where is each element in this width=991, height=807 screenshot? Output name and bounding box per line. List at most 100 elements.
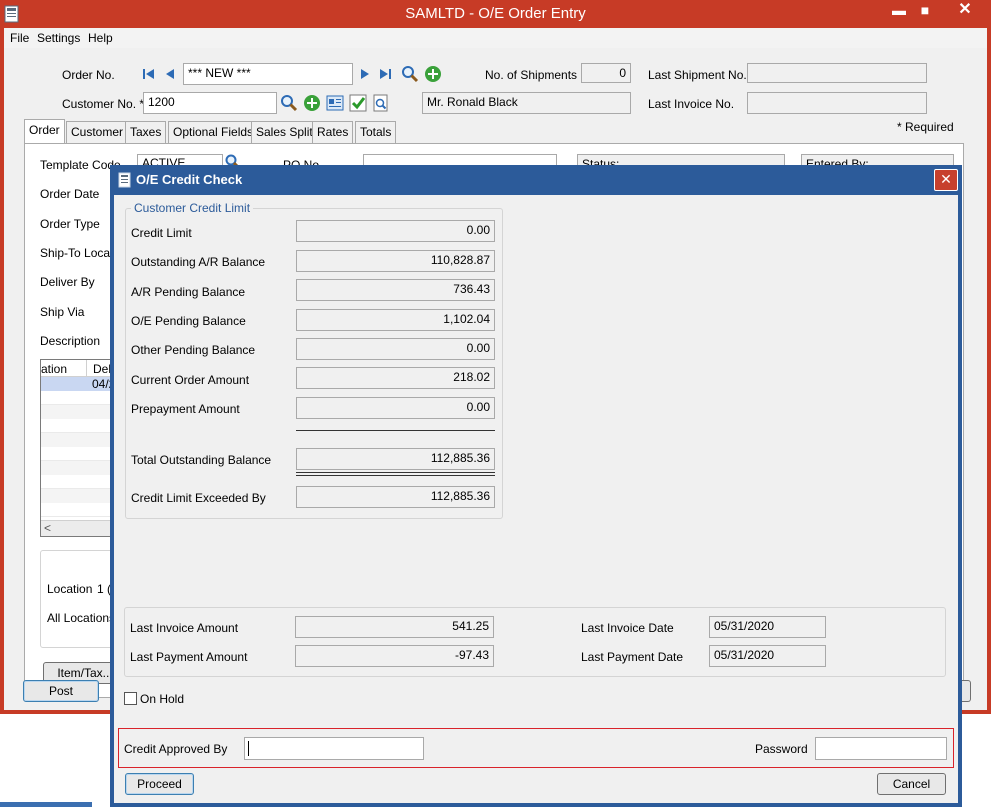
shipments-label: No. of Shipments (485, 68, 578, 82)
oe-pending-label: O/E Pending Balance (131, 314, 246, 328)
current-order-value: 218.02 (296, 367, 495, 389)
table-row[interactable]: 04/2 (41, 377, 119, 391)
other-pending-value: 0.00 (296, 338, 495, 360)
prepayment-label: Prepayment Amount (131, 402, 240, 416)
last-shipment-label: Last Shipment No. (648, 68, 747, 82)
total-outstanding-label: Total Outstanding Balance (131, 453, 272, 467)
dialog-close-button[interactable]: ✕ (934, 169, 958, 191)
order-no-input[interactable]: *** NEW *** (183, 63, 353, 85)
last-payment-date-value: 05/31/2020 (709, 645, 826, 667)
menu-help[interactable]: Help (88, 31, 113, 45)
credit-check-dialog: O/E Credit Check ✕ Customer Credit Limit… (110, 165, 962, 807)
other-pending-label: Other Pending Balance (131, 343, 256, 357)
last-invoice-amount-value: 541.25 (295, 616, 494, 638)
prepayment-value: 0.00 (296, 397, 495, 419)
zoom-icon[interactable] (372, 94, 390, 112)
tab-optional-fields[interactable]: Optional Fields (168, 121, 259, 143)
total-outstanding-value: 112,885.36 (296, 448, 495, 470)
order-date-label: Order Date (40, 187, 100, 201)
close-button[interactable]: ✕ (945, 0, 985, 20)
window-title: SAMLTD - O/E Order Entry (0, 0, 991, 28)
all-locations-label: All Locations (47, 611, 116, 625)
last-payment-date-label: Last Payment Date (581, 650, 684, 664)
maximize-button[interactable]: ■ (914, 0, 936, 20)
oe-pending-value: 1,102.04 (296, 309, 495, 331)
order-no-label: Order No. (62, 68, 115, 82)
table-row[interactable] (41, 419, 119, 433)
first-record-icon[interactable] (142, 67, 156, 81)
password-label: Password (755, 742, 808, 756)
location-group: Location 1 (E All Locations (40, 550, 120, 648)
on-hold-checkbox[interactable] (124, 692, 137, 705)
approved-by-label: Credit Approved By (124, 742, 228, 756)
ar-pending-label: A/R Pending Balance (131, 285, 246, 299)
description-label: Description (40, 334, 101, 348)
table-row[interactable] (41, 447, 119, 461)
check-icon[interactable] (349, 94, 367, 112)
detail-grid[interactable]: ation Del 04/2 < (40, 359, 120, 537)
on-hold-label: On Hold (140, 692, 185, 706)
limit-exceeded-label: Credit Limit Exceeded By (131, 491, 266, 505)
ship-via-label: Ship Via (40, 305, 85, 319)
outstanding-ar-label: Outstanding A/R Balance (131, 255, 266, 269)
tab-taxes[interactable]: Taxes (125, 121, 167, 143)
search-icon[interactable] (401, 65, 419, 83)
previous-record-icon[interactable] (164, 67, 176, 81)
add-customer-icon[interactable] (303, 94, 321, 112)
last-invoice-amount-label: Last Invoice Amount (130, 621, 239, 635)
table-row[interactable] (41, 391, 119, 405)
current-order-label: Current Order Amount (131, 373, 250, 387)
table-row[interactable] (41, 475, 119, 489)
total-double-rule (296, 472, 495, 476)
deliver-by-label: Deliver By (40, 275, 95, 289)
grid-header: ation Del (41, 360, 119, 377)
taskbar-item[interactable] (0, 802, 92, 807)
subtotal-rule (296, 430, 495, 431)
approved-by-input[interactable] (244, 737, 424, 760)
outstanding-ar-value: 110,828.87 (296, 250, 495, 272)
app-icon (4, 5, 19, 23)
dialog-body: Customer Credit Limit Credit Limit 0.00 … (114, 195, 958, 803)
tab-customer[interactable]: Customer (66, 121, 129, 143)
last-payment-amount-label: Last Payment Amount (130, 650, 248, 664)
tab-order[interactable]: Order (24, 119, 65, 143)
customer-no-input[interactable]: 1200 (143, 92, 277, 114)
table-row[interactable] (41, 503, 119, 517)
post-button[interactable]: Post (23, 680, 99, 702)
tab-totals[interactable]: Totals (355, 121, 397, 143)
dialog-title: O/E Credit Check (136, 172, 243, 187)
tab-sales-split[interactable]: Sales Split (251, 121, 318, 143)
menu-bar: File Settings Help (4, 28, 987, 48)
customer-search-icon[interactable] (280, 94, 298, 112)
table-row[interactable] (41, 405, 119, 419)
proceed-button[interactable]: Proceed (125, 773, 194, 795)
grid-col-delivery: Del (86, 360, 111, 377)
last-invoice-no-label: Last Invoice No. (648, 97, 735, 111)
order-type-label: Order Type (40, 217, 100, 231)
table-row[interactable] (41, 433, 119, 447)
table-row[interactable] (41, 489, 119, 503)
credit-limit-value: 0.00 (296, 220, 495, 242)
next-record-icon[interactable] (359, 67, 371, 81)
ar-pending-value: 736.43 (296, 279, 495, 301)
add-icon[interactable] (424, 65, 442, 83)
shipments-value: 0 (581, 63, 631, 83)
credit-limit-label: Credit Limit (131, 226, 192, 240)
required-note: * Required (897, 120, 954, 134)
tab-rates[interactable]: Rates (312, 121, 354, 143)
scroll-left-icon[interactable]: < (44, 521, 51, 535)
menu-settings[interactable]: Settings (37, 31, 80, 45)
customer-info-icon[interactable] (326, 94, 344, 112)
table-row[interactable] (41, 461, 119, 475)
horizontal-scrollbar[interactable]: < (41, 520, 119, 536)
last-invoice-no-value (747, 92, 927, 114)
password-input[interactable] (815, 737, 947, 760)
template-code-label: Template Code (40, 158, 121, 172)
last-record-icon[interactable] (378, 67, 392, 81)
grid-col-location: ation (41, 362, 68, 376)
credit-limit-group-title: Customer Credit Limit (131, 201, 254, 215)
minimize-button[interactable]: ▬ (888, 0, 910, 20)
last-invoice-date-value: 05/31/2020 (709, 616, 826, 638)
menu-file[interactable]: File (10, 31, 29, 45)
cancel-button[interactable]: Cancel (877, 773, 946, 795)
